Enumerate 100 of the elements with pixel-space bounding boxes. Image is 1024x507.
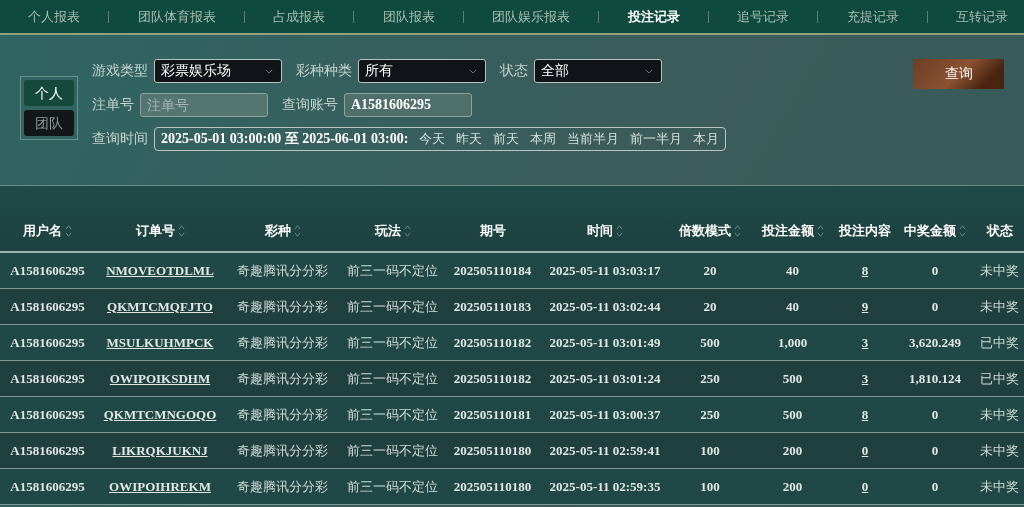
table-cell: 0 (931, 298, 939, 314)
table-cell: 200 (782, 478, 803, 494)
table-cell: 500 (782, 370, 803, 386)
table-cell: 202505110182 (453, 370, 532, 386)
report-tab[interactable]: 互转记录 (956, 0, 1008, 33)
table-cell: 2025-05-11 03:00:37 (549, 406, 661, 422)
column-header: 投注内容 (839, 222, 891, 238)
sort-icon (959, 224, 966, 238)
table-cell: 20 (703, 262, 717, 278)
table-cell: 1,000 (777, 334, 808, 350)
table-cell: 40 (786, 298, 799, 314)
table-cell: A1581606295 (10, 442, 85, 458)
field-label: 状态 (500, 62, 528, 80)
date-shortcut[interactable]: 当前半月 (567, 130, 620, 148)
table-cell: 202505110182 (453, 334, 532, 350)
table-cell: 250 (700, 406, 720, 422)
content-link[interactable]: 3 (861, 370, 869, 386)
content-link[interactable]: 9 (861, 298, 869, 314)
date-shortcut[interactable]: 今天 (419, 130, 446, 148)
chevron-icon (469, 68, 477, 74)
chevron-icon (265, 68, 273, 74)
sort-icon (403, 224, 411, 238)
column-header: 状态 (986, 222, 1013, 238)
table-cell: 奇趣腾讯分分彩 (237, 298, 328, 314)
report-tab[interactable]: 投注记录 (627, 0, 680, 33)
field-label: 查询时间 (92, 130, 148, 148)
table-cell: A1581606295 (10, 298, 85, 314)
table-cell: 前三一码不定位 (347, 334, 438, 350)
column-header[interactable]: 中奖金额 (904, 222, 966, 238)
column-header[interactable]: 玩法 (374, 222, 411, 238)
sort-icon (293, 224, 301, 238)
table-cell: A1581606295 (10, 406, 85, 422)
sort-icon (65, 224, 72, 238)
chevron-icon (645, 68, 653, 74)
table-cell: A1581606295 (10, 478, 85, 494)
table-cell: 前三一码不定位 (347, 406, 438, 422)
date-shortcut[interactable]: 本月 (693, 130, 720, 148)
date-shortcut[interactable]: 前一半月 (630, 130, 683, 148)
report-tab[interactable]: 团队娱乐报表 (492, 0, 570, 33)
table-cell: 奇趣腾讯分分彩 (237, 406, 328, 422)
table-cell: 0 (931, 262, 939, 278)
table-cell: 未中奖 (980, 478, 1019, 494)
game-type-select[interactable]: 彩票娱乐场 (154, 59, 282, 83)
order-no-field[interactable]: 注单号 (140, 93, 268, 117)
column-header[interactable]: 用户名 (23, 222, 72, 238)
date-shortcut[interactable]: 昨天 (456, 130, 483, 148)
table-cell: 2025-05-11 03:01:49 (549, 334, 661, 350)
report-tab[interactable]: 追号记录 (737, 0, 789, 33)
content-link[interactable]: 0 (861, 442, 869, 458)
sort-icon (734, 224, 741, 238)
date-range-field[interactable]: 2025-05-01 03:00:00 至 2025-06-01 03:00: (161, 130, 409, 148)
field-label: 注单号 (92, 96, 134, 114)
table-cell: 0 (931, 478, 939, 494)
table-cell: 前三一码不定位 (347, 370, 438, 386)
table-cell: A1581606295 (10, 370, 85, 386)
date-shortcut[interactable]: 本周 (530, 130, 557, 148)
column-header: 期号 (479, 222, 506, 238)
table-cell: 已中奖 (980, 370, 1019, 386)
column-header[interactable]: 倍数模式 (679, 222, 741, 238)
table-cell: 前三一码不定位 (347, 442, 438, 458)
content-link[interactable]: 0 (861, 478, 869, 494)
column-header[interactable]: 订单号 (135, 222, 185, 238)
query-button[interactable]: 查询 (913, 59, 1004, 89)
table-cell: 前三一码不定位 (347, 262, 438, 278)
scope-toggle[interactable]: 团队 (24, 110, 74, 136)
lottery-kind-select[interactable]: 所有 (358, 59, 486, 83)
content-link[interactable]: 3 (861, 334, 869, 350)
content-link[interactable]: 8 (861, 406, 869, 422)
field-label: 彩种种类 (296, 62, 352, 80)
column-header[interactable]: 时间 (587, 222, 623, 238)
report-tab[interactable]: 充提记录 (846, 0, 899, 33)
table-cell: 前三一码不定位 (347, 298, 438, 314)
field-label: 游戏类型 (92, 62, 148, 80)
column-header[interactable]: 彩种 (264, 222, 301, 238)
table-cell: 3,620.249 (909, 334, 961, 350)
scope-toggle[interactable]: 个人 (24, 80, 74, 106)
content-link[interactable]: 8 (861, 262, 869, 278)
table-cell: 2025-05-11 03:02:44 (549, 298, 661, 314)
table-cell: 500 (782, 406, 803, 422)
report-tab[interactable]: 个人报表 (28, 0, 80, 33)
table-cell: 200 (782, 442, 803, 458)
sort-icon (816, 224, 824, 238)
column-header[interactable]: 投注金额 (761, 222, 824, 238)
account-field[interactable]: A1581606295 (344, 93, 472, 117)
table-cell: 0 (931, 442, 939, 458)
status-select[interactable]: 全部 (534, 59, 662, 83)
report-tab[interactable]: 占成报表 (273, 0, 325, 33)
table-cell: A1581606295 (10, 262, 85, 278)
table-cell: 2025-05-11 03:03:17 (549, 262, 661, 278)
table-cell: 未中奖 (980, 406, 1019, 422)
table-cell: A1581606295 (10, 334, 85, 350)
date-shortcut[interactable]: 前天 (493, 130, 520, 148)
table-cell: 2025-05-11 02:59:35 (549, 478, 661, 494)
table-cell: 2025-05-11 02:59:41 (549, 442, 661, 458)
table-cell: 已中奖 (980, 334, 1019, 350)
report-tab[interactable]: 团队报表 (382, 0, 435, 33)
table-cell: 100 (700, 442, 720, 458)
table-cell: 202505110180 (453, 478, 532, 494)
report-tab[interactable]: 团队体育报表 (137, 0, 216, 33)
table-cell: 未中奖 (980, 442, 1019, 458)
